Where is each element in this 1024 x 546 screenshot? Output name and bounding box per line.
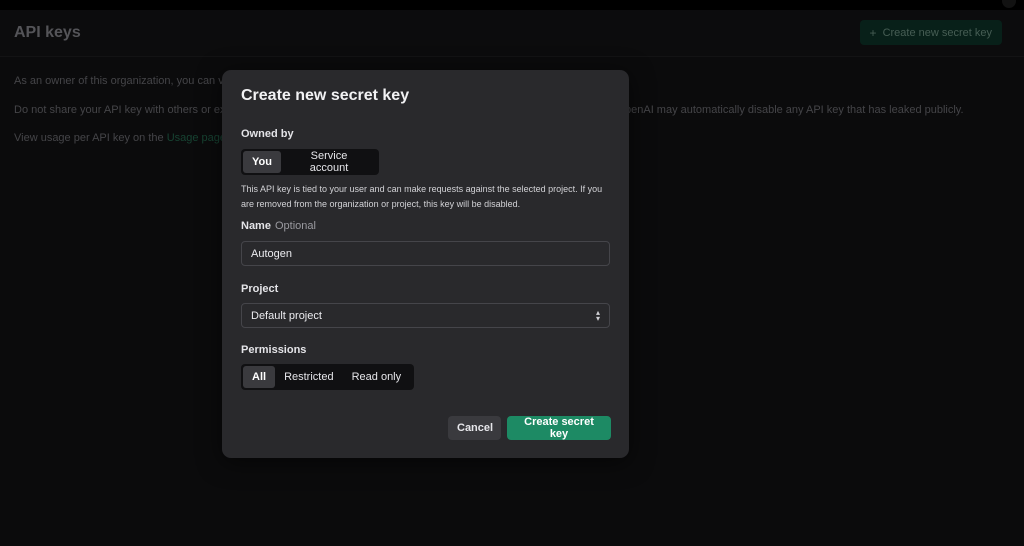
name-input-value: Autogen — [251, 247, 292, 260]
permissions-all-option[interactable]: All — [243, 366, 276, 388]
select-arrows-icon: ▴ ▾ — [595, 307, 600, 323]
permissions-restricted-option[interactable]: Restricted — [275, 366, 343, 388]
owned-by-toggle: You Service account — [241, 149, 379, 175]
create-secret-key-button[interactable]: Create secret key — [507, 416, 611, 440]
create-secret-key-dialog: Create new secret key Owned by You Servi… — [222, 70, 629, 458]
owned-by-you-option[interactable]: You — [243, 151, 281, 173]
name-input[interactable]: Autogen — [241, 241, 610, 266]
name-optional-label: Optional — [274, 220, 316, 232]
project-select-value: Default project — [251, 309, 322, 322]
permissions-toggle: All Restricted Read only — [241, 364, 414, 390]
project-select[interactable]: Default project ▴ ▾ — [241, 303, 610, 328]
permissions-read-only-option[interactable]: Read only — [343, 366, 411, 388]
name-label-text: Name — [241, 220, 271, 232]
cancel-button[interactable]: Cancel — [448, 416, 501, 440]
app-window: API keys + Create new secret key As an o… — [0, 0, 1024, 546]
permissions-label: Permissions — [241, 344, 307, 356]
dialog-title: Create new secret key — [241, 87, 410, 104]
owned-by-label: Owned by — [241, 128, 294, 140]
project-label: Project — [241, 283, 279, 295]
owned-by-helper-text: This API key is tied to your user and ca… — [241, 184, 603, 209]
owned-by-service-account-option[interactable]: Service account — [281, 150, 377, 174]
name-label: Name Optional — [241, 220, 316, 232]
